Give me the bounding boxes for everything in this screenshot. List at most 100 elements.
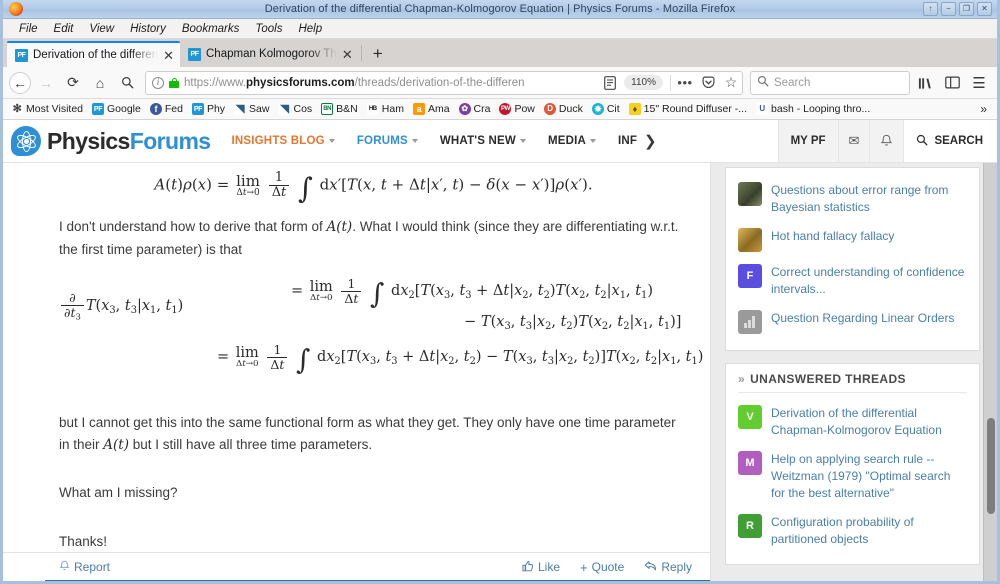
url-scheme: https://www.	[184, 76, 246, 89]
new-tab-button[interactable]: +	[364, 41, 392, 67]
menu-tools[interactable]: Tools	[247, 21, 290, 37]
bookmark-star-icon[interactable]: ☆	[722, 73, 740, 93]
close-button[interactable]: ✕	[977, 2, 992, 16]
home-button-icon[interactable]: ⌂	[88, 71, 112, 95]
bookmark-bn[interactable]: BN B&N	[317, 102, 362, 116]
nav-insights-blog[interactable]: INSIGHTS BLOG	[221, 120, 346, 162]
report-button[interactable]: Report	[59, 560, 110, 575]
avatar	[738, 228, 762, 253]
bookmark-cra[interactable]: ✿ Cra	[455, 102, 495, 116]
reply-button[interactable]: Reply	[644, 560, 692, 575]
menu-view[interactable]: View	[81, 21, 122, 37]
site-search-button[interactable]: SEARCH	[903, 120, 997, 162]
quote-button[interactable]: + Quote	[580, 560, 624, 575]
post-body: A(t)ρ(x) = lim Δt→0 1 Δt ∫ dx′[T(x, t + Δt…	[3, 163, 710, 553]
bookmarks-overflow-icon[interactable]: »	[974, 102, 993, 116]
list-item[interactable]: M Help on applying search rule -- Weitzm…	[738, 445, 967, 508]
library-icon[interactable]	[913, 71, 937, 95]
forward-button-icon[interactable]: →	[34, 71, 58, 95]
search-icon	[916, 134, 928, 149]
scrollbar-thumb[interactable]	[987, 418, 995, 514]
avatar: F	[738, 264, 762, 289]
restore-up-button[interactable]: ↑	[923, 2, 938, 16]
inbox-icon[interactable]: ✉	[837, 120, 870, 162]
sidebar-icon[interactable]	[940, 71, 964, 95]
equation-line-2: − T(x3, t3|x2, t2)T(x2, t2|x1, t1)]	[464, 314, 682, 333]
list-item[interactable]: F Correct understanding of confidence in…	[738, 258, 967, 304]
list-item[interactable]: Question Regarding Linear Orders	[738, 304, 967, 340]
thread-title[interactable]: Derivation of the differential Chapman-K…	[771, 405, 967, 439]
zoom-level-badge[interactable]: 110%	[624, 75, 663, 90]
like-label: Like	[538, 560, 561, 574]
nav-overflow-chevron-icon[interactable]: ❯	[637, 120, 664, 162]
bookmark-cos[interactable]: ◥ Cos	[274, 102, 316, 116]
bookmark-fed[interactable]: f Fed	[146, 102, 187, 116]
thread-title[interactable]: Hot hand fallacy fallacy	[771, 228, 894, 245]
list-item[interactable]: R Configuration probability of partition…	[738, 508, 967, 554]
bookmark-cit[interactable]: ✸ Cit	[588, 102, 624, 116]
thumbs-up-icon	[522, 560, 534, 575]
reload-button-icon[interactable]: ⟳	[61, 71, 85, 95]
page-content: A(t)ρ(x) = lim Δt→0 1 Δt ∫ dx′[T(x, t + Δt…	[3, 163, 997, 581]
nav-label: FORUMS	[356, 135, 408, 147]
bookmark-duck[interactable]: D Duck	[540, 102, 587, 116]
bookmark-ama[interactable]: a Ama	[409, 102, 454, 116]
address-bar[interactable]: i https://www.physicsforums.com/threads/…	[145, 70, 743, 95]
search-icon[interactable]	[115, 71, 139, 95]
site-information-icon[interactable]: i	[152, 76, 164, 89]
tab-close-icon[interactable]: ✕	[163, 49, 174, 62]
page-actions-icon[interactable]: •••	[676, 73, 694, 93]
thread-title[interactable]: Help on applying search rule -- Weitzman…	[771, 451, 967, 502]
list-item[interactable]: Questions about error range from Bayesia…	[738, 176, 967, 222]
nav-media[interactable]: MEDIA	[537, 120, 607, 162]
maximize-button[interactable]: ❐	[959, 2, 974, 16]
menu-edit[interactable]: Edit	[46, 21, 82, 37]
like-button[interactable]: Like	[522, 560, 560, 575]
app-menu-icon[interactable]: ☰	[967, 71, 991, 95]
menu-help[interactable]: Help	[290, 21, 330, 37]
bookmark-phy[interactable]: PF Phy	[188, 102, 229, 116]
duckduckgo-icon: D	[543, 103, 556, 115]
thread-title[interactable]: Question Regarding Linear Orders	[771, 310, 954, 327]
bookmark-saw[interactable]: ◥ Saw	[230, 102, 273, 116]
lock-icon	[169, 77, 179, 89]
thread-title[interactable]: Configuration probability of partitioned…	[771, 514, 967, 548]
nav-whats-new[interactable]: WHAT'S NEW	[429, 120, 537, 162]
nav-info[interactable]: INF	[607, 120, 637, 162]
menu-history[interactable]: History	[122, 21, 174, 37]
alerts-bell-icon[interactable]	[869, 120, 904, 162]
thread-title[interactable]: Questions about error range from Bayesia…	[771, 182, 967, 216]
bookmark-most-visited[interactable]: ✻ Most Visited	[7, 102, 87, 116]
pf-icon: PF	[191, 103, 204, 115]
site-logo[interactable]: PhysicsForums	[3, 120, 221, 162]
tab-derivation[interactable]: PF Derivation of the differen ✕	[7, 41, 180, 67]
nav-forums[interactable]: FORUMS	[346, 120, 429, 162]
tab-chapman-kolmogorov[interactable]: PF Chapman Kolmogorov Th ✕	[180, 41, 359, 67]
search-bar[interactable]: Search	[750, 70, 910, 95]
menu-file[interactable]: File	[11, 21, 46, 37]
bookmark-diffuser[interactable]: ♦ 15" Round Diffuser -...	[625, 102, 751, 116]
list-item[interactable]: V Derivation of the differential Chapman…	[738, 399, 967, 445]
back-button-icon[interactable]: ←	[9, 71, 31, 94]
menu-bar: File Edit View History Bookmarks Tools H…	[3, 19, 997, 39]
plus-icon: +	[580, 559, 588, 575]
bookmark-google[interactable]: PF Google	[88, 102, 145, 116]
list-item[interactable]: Hot hand fallacy fallacy	[738, 222, 967, 258]
tab-close-icon[interactable]: ✕	[342, 48, 353, 61]
bookmark-bash[interactable]: U bash - Looping thro...	[752, 102, 874, 116]
nav-label: INSIGHTS BLOG	[231, 135, 325, 147]
page-scrollbar[interactable]	[983, 163, 997, 581]
thread-title[interactable]: Correct understanding of confidence inte…	[771, 264, 967, 298]
bookmark-pow[interactable]: PW Pow	[495, 102, 538, 116]
my-pf-button[interactable]: MY PF	[777, 120, 838, 162]
reader-view-icon[interactable]	[601, 73, 619, 93]
navigation-toolbar: ← → ⟳ ⌂ i https://www.physicsforums.com/…	[3, 67, 997, 99]
bookmark-label: 15" Round Diffuser -...	[643, 103, 748, 115]
bulb-icon: ♦	[628, 103, 641, 115]
bookmark-ham[interactable]: HB Ham	[363, 102, 408, 116]
chevron-down-icon	[519, 139, 526, 143]
pocket-icon[interactable]	[699, 73, 717, 93]
menu-bookmarks[interactable]: Bookmarks	[174, 21, 248, 37]
minimize-button[interactable]: −	[941, 2, 956, 16]
widget-title: » UNANSWERED THREADS	[738, 372, 967, 394]
